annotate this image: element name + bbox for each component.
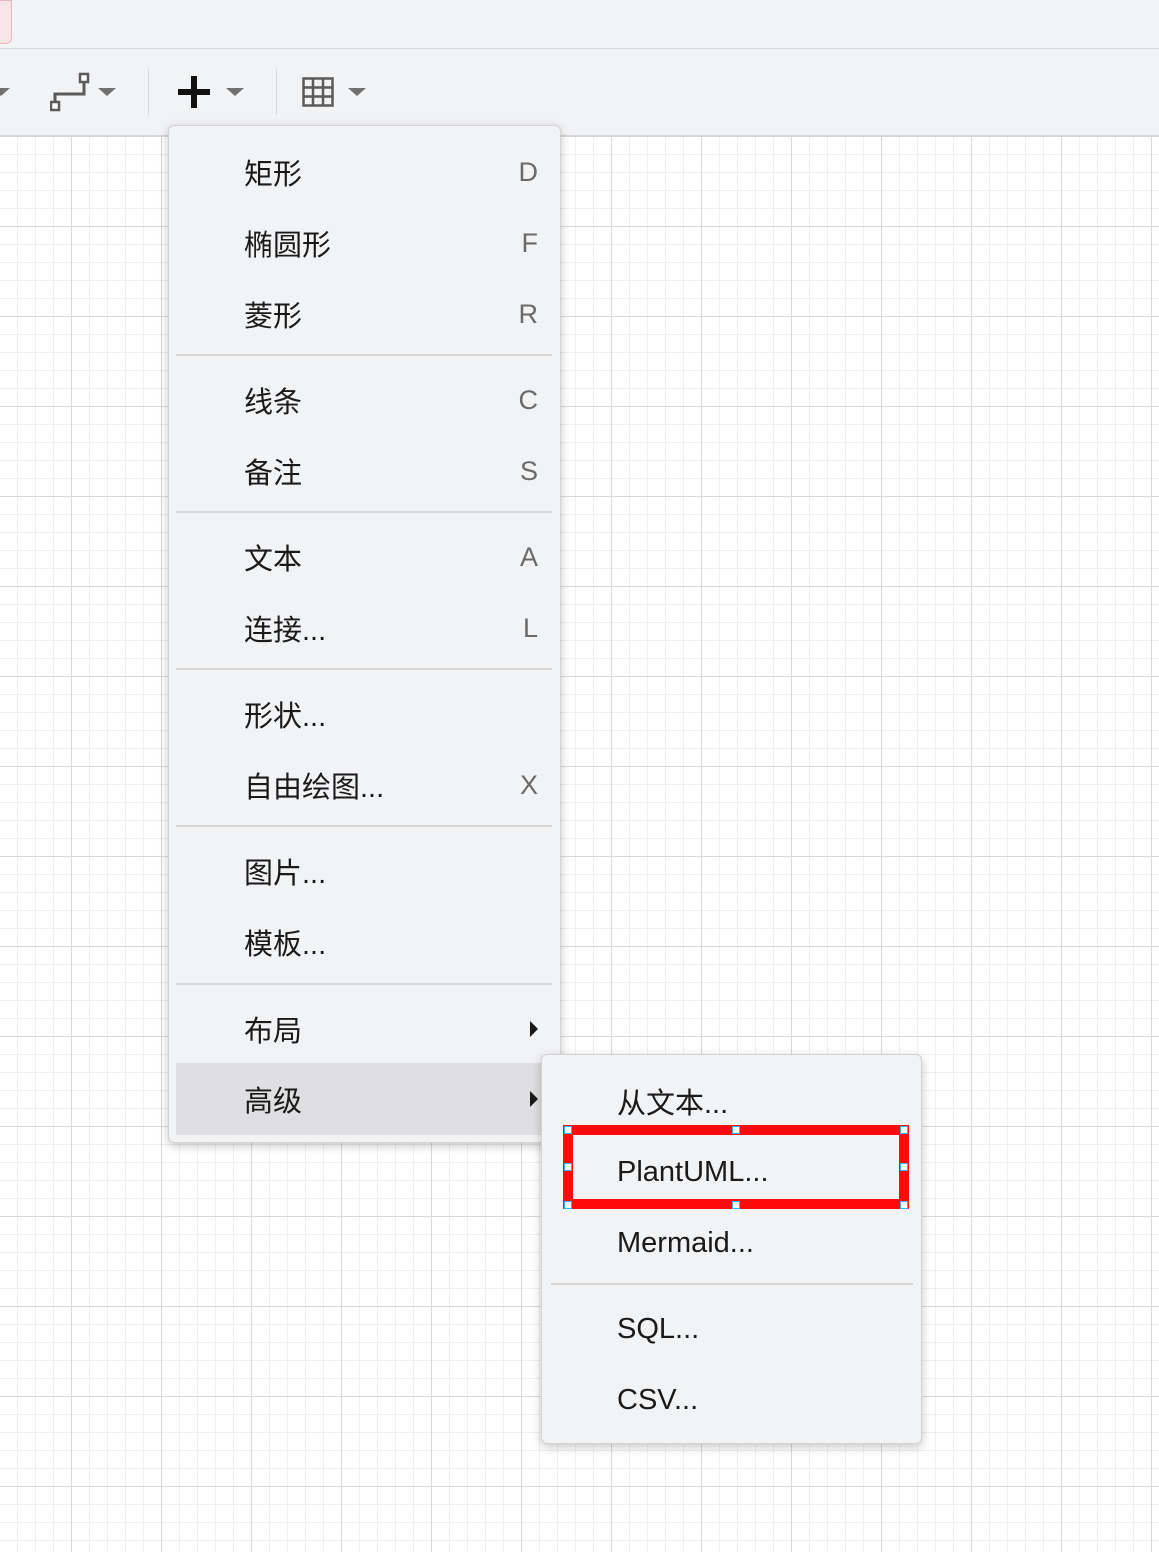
menu-item-label: 菱形 [244, 301, 303, 333]
menu-item-text[interactable]: 文本 A [176, 521, 552, 593]
resize-handle[interactable] [564, 1126, 572, 1134]
menu-item-label: 文本 [244, 544, 303, 576]
submenu-arrow-icon [530, 1021, 538, 1037]
menu-item-link[interactable]: 连接... L [176, 592, 552, 664]
menu-item-mermaid[interactable]: Mermaid... [549, 1207, 913, 1279]
menu-item-label: 备注 [244, 458, 303, 490]
chevron-down-icon [226, 88, 244, 96]
menu-item-label: 图片... [244, 858, 327, 890]
menu-item-line[interactable]: 线条 C [176, 364, 552, 436]
menu-item-label: 形状... [244, 701, 327, 733]
menu-item-shortcut: L [522, 612, 538, 643]
selection-highlight-box [563, 1125, 909, 1209]
insert-button[interactable] [176, 49, 244, 135]
menu-item-image[interactable]: 图片... [176, 835, 552, 907]
waypoint-icon [50, 72, 90, 112]
menu-item-template[interactable]: 模板... [176, 906, 552, 978]
advanced-submenu: 从文本... PlantUML... Mermaid... SQL... CSV… [541, 1054, 922, 1444]
menu-divider [176, 354, 552, 356]
menu-item-rhombus[interactable]: 菱形 R [176, 278, 552, 350]
menu-item-label: 矩形 [244, 159, 303, 191]
menu-item-rectangle[interactable]: 矩形 D [176, 136, 552, 208]
chevron-down-icon [348, 88, 366, 96]
menu-item-note[interactable]: 备注 S [176, 435, 552, 507]
resize-handle[interactable] [564, 1163, 572, 1171]
menu-item-shortcut: A [519, 541, 538, 572]
menu-item-shortcut: F [521, 227, 539, 258]
menu-divider [176, 511, 552, 513]
toolbar-divider [276, 69, 277, 115]
menu-divider [551, 1283, 913, 1285]
menu-item-freehand[interactable]: 自由绘图... X [176, 749, 552, 821]
menu-item-label: 从文本... [617, 1088, 729, 1120]
resize-handle[interactable] [732, 1201, 740, 1209]
toolbar-divider [148, 69, 149, 115]
toolbar [0, 49, 1159, 137]
resize-handle[interactable] [564, 1201, 572, 1209]
menu-item-shortcut: R [518, 298, 539, 329]
insert-menu: 矩形 D 椭圆形 F 菱形 R 线条 C 备注 S 文本 A 连接... L 形… [168, 125, 561, 1143]
menu-item-label: 高级 [244, 1086, 303, 1118]
menu-item-label: 布局 [244, 1016, 303, 1048]
menu-item-label: 连接... [244, 615, 327, 647]
resize-handle[interactable] [900, 1126, 908, 1134]
table-icon [302, 77, 334, 107]
chevron-down-icon [0, 88, 10, 96]
menu-item-label: 线条 [244, 387, 303, 419]
submenu-arrow-icon [530, 1091, 538, 1107]
resize-handle[interactable] [900, 1201, 908, 1209]
menu-divider [176, 983, 552, 985]
top-bar [0, 0, 1159, 49]
menu-item-label: Mermaid... [617, 1226, 754, 1259]
table-button[interactable] [302, 49, 366, 135]
plus-icon [178, 76, 210, 108]
menu-item-label: SQL... [617, 1312, 700, 1345]
menu-item-label: 模板... [244, 929, 327, 961]
menu-item-advanced[interactable]: 高级 [176, 1063, 552, 1135]
resize-handle[interactable] [732, 1126, 740, 1134]
menu-item-ellipse[interactable]: 椭圆形 F [176, 207, 552, 279]
menu-item-csv[interactable]: CSV... [549, 1364, 913, 1436]
menu-item-shapes[interactable]: 形状... [176, 678, 552, 750]
menu-item-shortcut: D [518, 156, 539, 187]
menu-item-label: 自由绘图... [244, 772, 385, 804]
menu-divider [176, 825, 552, 827]
menu-item-layout[interactable]: 布局 [176, 993, 552, 1065]
menu-item-shortcut: C [518, 384, 539, 415]
menu-item-label: CSV... [617, 1383, 699, 1416]
resize-handle[interactable] [900, 1163, 908, 1171]
format-dropdown-button[interactable] [0, 49, 10, 135]
menu-item-sql[interactable]: SQL... [549, 1293, 913, 1365]
menu-divider [176, 668, 552, 670]
menu-item-shortcut: X [519, 769, 538, 800]
waypoints-button[interactable] [50, 49, 116, 135]
menu-item-label: 椭圆形 [244, 230, 332, 262]
tab-stub[interactable] [0, 0, 12, 44]
menu-item-shortcut: S [519, 455, 538, 486]
chevron-down-icon [98, 88, 116, 96]
